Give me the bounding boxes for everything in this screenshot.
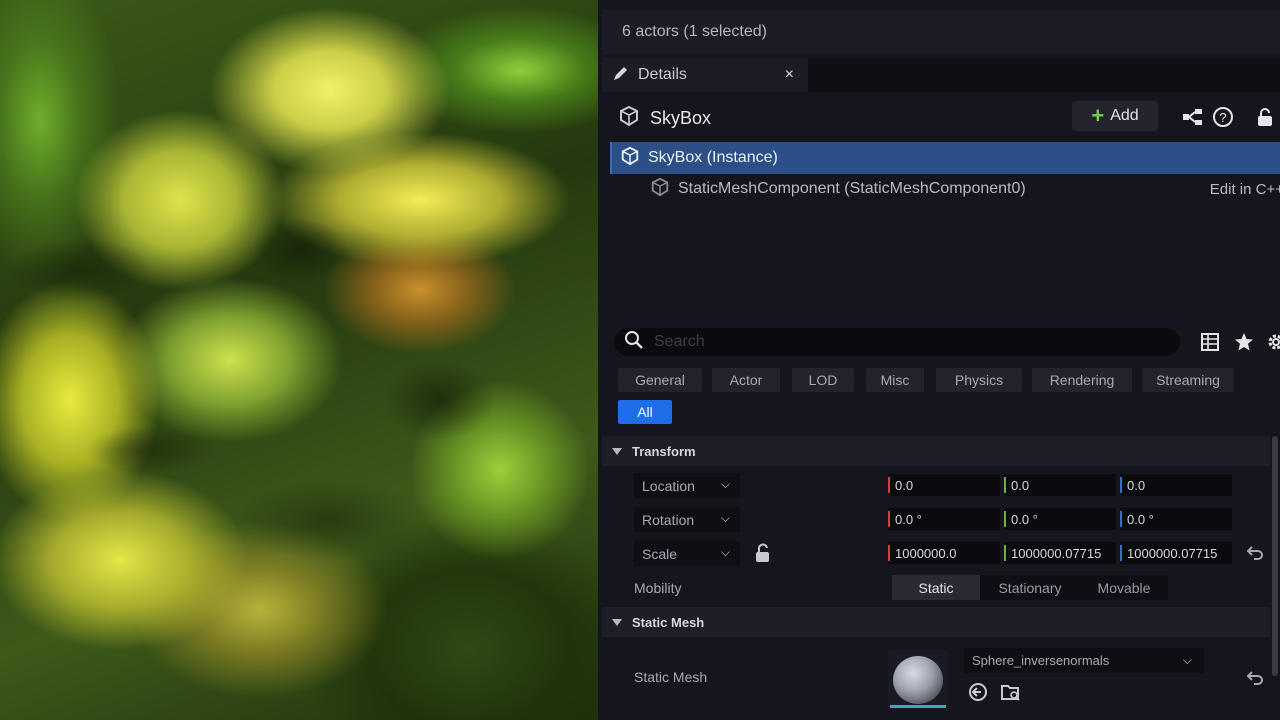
sphere-preview bbox=[893, 656, 943, 704]
static-mesh-section-header[interactable]: Static Mesh bbox=[602, 607, 1270, 637]
unlocked-padlock-icon[interactable] bbox=[754, 543, 772, 568]
star-icon[interactable] bbox=[1234, 332, 1254, 357]
lock-icon[interactable] bbox=[1254, 106, 1276, 128]
details-header: SkyBox + Add ? bbox=[602, 96, 1280, 140]
search-row bbox=[602, 326, 1280, 358]
mesh-thumbnail[interactable] bbox=[888, 650, 948, 708]
use-selected-asset-icon[interactable] bbox=[968, 682, 988, 707]
location-row: Location ⌵ 0.0 0.0 0.0 bbox=[602, 468, 1270, 502]
tab-details[interactable]: Details × bbox=[602, 58, 808, 92]
collapse-arrow-icon bbox=[612, 447, 622, 455]
filter-actor[interactable]: Actor bbox=[712, 368, 780, 392]
rotation-z-field[interactable]: 0.0 ° bbox=[1120, 508, 1232, 530]
settings-gear-icon[interactable] bbox=[1266, 331, 1280, 358]
chevron-down-icon: ⌵ bbox=[1182, 653, 1192, 667]
chevron-down-icon: ⌵ bbox=[720, 477, 730, 491]
rotation-x-field[interactable]: 0.0 ° bbox=[888, 508, 1000, 530]
add-component-button[interactable]: + Add bbox=[1072, 101, 1158, 131]
rotation-dropdown[interactable]: Rotation ⌵ bbox=[634, 507, 740, 532]
plus-icon: + bbox=[1091, 103, 1105, 128]
tab-details-label: Details bbox=[638, 66, 687, 83]
scale-x-field[interactable]: 1000000.0 bbox=[888, 542, 1000, 564]
location-z-field[interactable]: 0.0 bbox=[1120, 474, 1232, 496]
thumbnail-underline bbox=[890, 705, 946, 708]
actor-cube-icon bbox=[618, 105, 640, 132]
details-panel: 6 actors (1 selected) Details × SkyBox +… bbox=[598, 0, 1280, 720]
filter-rendering[interactable]: Rendering bbox=[1032, 368, 1132, 392]
actor-title: SkyBox bbox=[650, 107, 712, 128]
mobility-row: Mobility Static Stationary Movable bbox=[602, 571, 1270, 605]
static-mesh-picker[interactable]: Sphere_inversenormals ⌵ bbox=[964, 648, 1204, 673]
reset-arrow-icon[interactable] bbox=[1246, 670, 1264, 691]
rotation-label: Rotation bbox=[642, 511, 695, 528]
search-box[interactable] bbox=[614, 328, 1180, 356]
tab-strip: Details × bbox=[602, 58, 1280, 92]
component-tree: SkyBox (Instance) StaticMeshComponent (S… bbox=[610, 142, 1280, 204]
rotation-row: Rotation ⌵ 0.0 ° 0.0 ° 0.0 ° bbox=[602, 502, 1270, 536]
transform-section-title: Transform bbox=[632, 443, 696, 459]
static-mesh-label: Static Mesh bbox=[634, 669, 708, 685]
location-x-field[interactable]: 0.0 bbox=[888, 474, 1000, 496]
mobility-segmented-control: Static Stationary Movable bbox=[892, 575, 1168, 600]
scale-row: Scale ⌵ 1000000.0 1000000.07715 1000000.… bbox=[602, 536, 1270, 570]
search-input[interactable] bbox=[654, 333, 1154, 351]
svg-text:?: ? bbox=[1219, 110, 1226, 125]
reset-arrow-icon[interactable] bbox=[1246, 545, 1264, 566]
scale-label: Scale bbox=[642, 545, 678, 562]
rotation-y-field[interactable]: 0.0 ° bbox=[1004, 508, 1116, 530]
outliner-status-bar: 6 actors (1 selected) bbox=[602, 10, 1280, 54]
location-dropdown[interactable]: Location ⌵ bbox=[634, 473, 740, 498]
filter-general[interactable]: General bbox=[618, 368, 702, 392]
help-icon[interactable]: ? bbox=[1212, 106, 1234, 128]
search-icon bbox=[624, 330, 644, 355]
tree-row-instance[interactable]: SkyBox (Instance) bbox=[610, 142, 1280, 174]
mobility-label: Mobility bbox=[634, 580, 682, 596]
blueprint-icon[interactable] bbox=[1182, 106, 1204, 128]
filter-physics[interactable]: Physics bbox=[936, 368, 1022, 392]
tree-row-child-label: StaticMeshComponent (StaticMeshComponent… bbox=[678, 180, 1026, 197]
browse-folder-icon[interactable] bbox=[1000, 681, 1022, 708]
collapse-arrow-icon bbox=[612, 618, 622, 626]
scale-dropdown[interactable]: Scale ⌵ bbox=[634, 541, 740, 566]
actor-cube-icon bbox=[620, 146, 640, 171]
pencil-icon bbox=[612, 64, 630, 87]
mesh-cube-icon bbox=[650, 177, 670, 202]
filter-all[interactable]: All bbox=[618, 400, 672, 424]
edit-in-cpp-link[interactable]: Edit in C++ bbox=[1210, 181, 1280, 198]
tree-row-instance-label: SkyBox (Instance) bbox=[648, 149, 778, 166]
add-label: Add bbox=[1110, 107, 1139, 124]
chevron-down-icon: ⌵ bbox=[720, 545, 730, 559]
details-scrollbar[interactable] bbox=[1272, 436, 1278, 676]
filter-streaming[interactable]: Streaming bbox=[1142, 368, 1234, 392]
location-y-field[interactable]: 0.0 bbox=[1004, 474, 1116, 496]
actor-count: 6 actors (1 selected) bbox=[622, 23, 767, 40]
chevron-down-icon: ⌵ bbox=[720, 511, 730, 525]
scale-z-field[interactable]: 1000000.07715 bbox=[1120, 542, 1232, 564]
static-mesh-value: Sphere_inversenormals bbox=[972, 653, 1110, 668]
mobility-movable-option[interactable]: Movable bbox=[1080, 575, 1168, 600]
location-label: Location bbox=[642, 477, 695, 494]
transform-section-header[interactable]: Transform bbox=[602, 436, 1270, 466]
grid-view-icon[interactable] bbox=[1200, 332, 1220, 357]
filter-misc[interactable]: Misc bbox=[866, 368, 924, 392]
level-viewport[interactable] bbox=[0, 0, 598, 720]
mobility-static-option[interactable]: Static bbox=[892, 575, 980, 600]
mobility-stationary-option[interactable]: Stationary bbox=[980, 575, 1080, 600]
filter-lod[interactable]: LOD bbox=[792, 368, 854, 392]
tree-row-static-mesh-component[interactable]: StaticMeshComponent (StaticMeshComponent… bbox=[610, 174, 1280, 204]
scale-y-field[interactable]: 1000000.07715 bbox=[1004, 542, 1116, 564]
close-tab-icon[interactable]: × bbox=[785, 66, 794, 84]
static-mesh-section-title: Static Mesh bbox=[632, 614, 705, 630]
